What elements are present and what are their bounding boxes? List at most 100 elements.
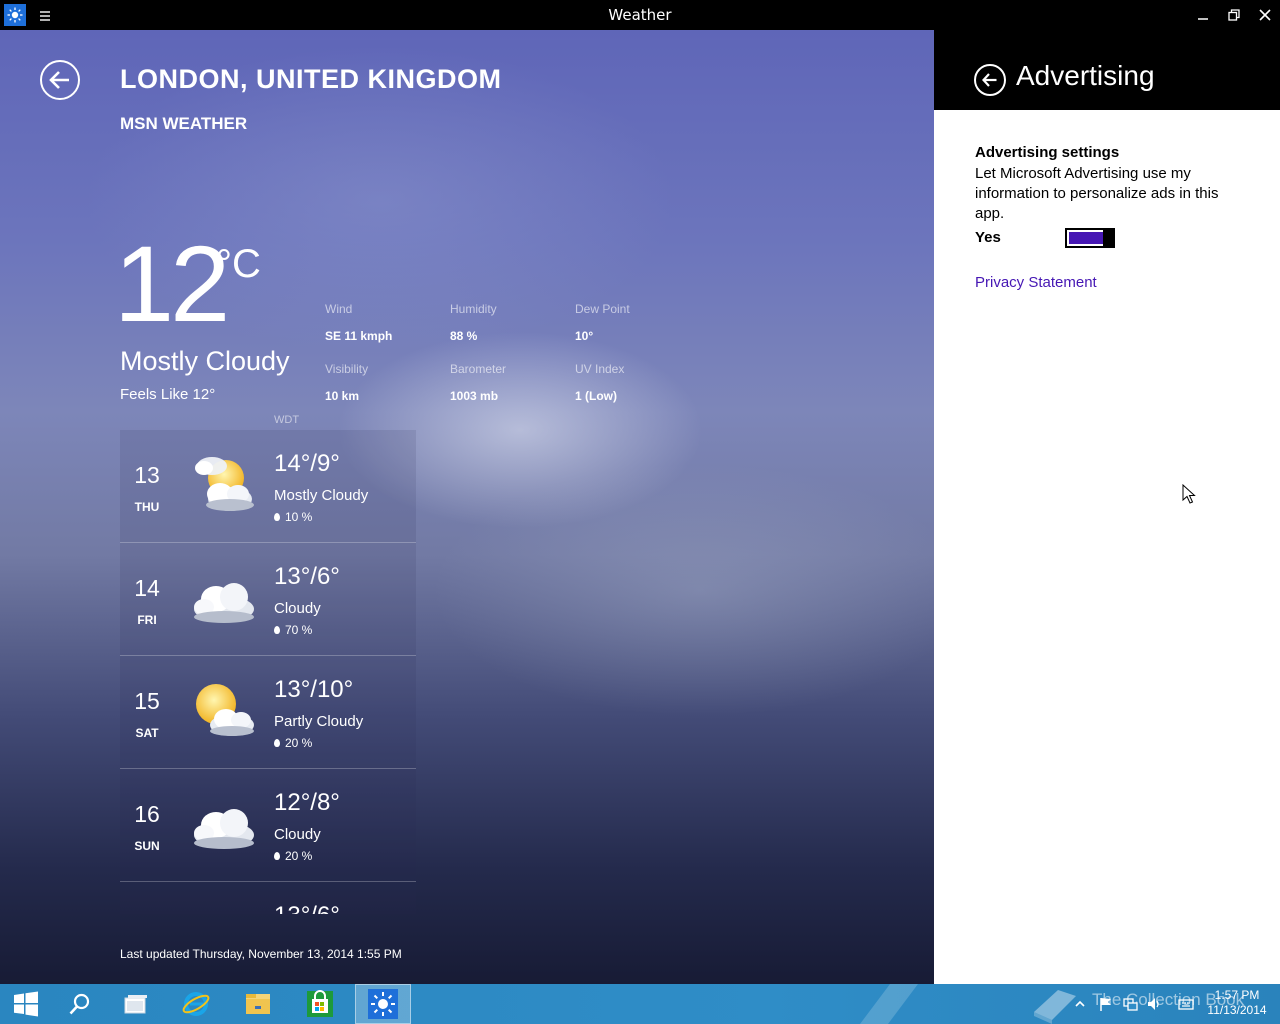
action-center-flag-icon[interactable]: [1098, 996, 1114, 1012]
forecast-day[interactable]: 13°/6°: [120, 882, 416, 914]
internet-explorer-icon: [182, 992, 210, 1016]
cloud-icon: [186, 565, 260, 631]
clock-time: 1:57 PM: [1214, 988, 1260, 1002]
provider-name: MSN WEATHER: [120, 114, 248, 133]
wind-label: Wind: [325, 302, 353, 316]
forecast-precipitation: 20 %: [285, 849, 313, 863]
weather-taskbar-button[interactable]: [355, 984, 411, 1024]
close-button[interactable]: [1250, 0, 1280, 30]
file-explorer-icon: [246, 994, 270, 1014]
store-icon: [307, 990, 333, 1017]
advertising-description: Let Microsoft Advertising use my informa…: [975, 165, 1219, 222]
start-icon: [14, 991, 38, 1017]
volume-icon[interactable]: [1146, 996, 1162, 1012]
forecast-temps: 12°/8°: [274, 789, 340, 816]
feels-like: Feels Like 12°: [120, 386, 216, 403]
back-button[interactable]: [40, 60, 80, 100]
minimize-button[interactable]: [1188, 0, 1218, 30]
forecast-condition: Partly Cloudy: [274, 713, 364, 730]
privacy-statement-link[interactable]: Privacy Statement: [975, 274, 1097, 291]
rain-drop-icon: [274, 739, 280, 747]
panel-title: Advertising: [1016, 60, 1155, 91]
dew-point-label: Dew Point: [575, 302, 630, 316]
task-view-icon: [124, 995, 147, 1014]
system-clock[interactable]: 1:57 PM 11/13/2014: [1202, 988, 1272, 1018]
mouse-cursor-icon: [1182, 483, 1196, 504]
start-button[interactable]: [0, 984, 52, 1024]
forecast-day[interactable]: 14 FRI 13°/6° Cloudy 70 %: [120, 543, 416, 656]
clock-date: 11/13/2014: [1207, 1003, 1267, 1017]
current-temperature: 12: [114, 223, 230, 344]
wind-value: SE 11 kmph: [325, 329, 393, 343]
temperature-unit-toggle[interactable]: °C: [216, 242, 261, 287]
forecast-date: 14: [134, 575, 160, 601]
forecast-day[interactable]: 13 THU 14°/9° Mostly Cloudy 10 %: [120, 430, 416, 543]
cloud-icon: [186, 791, 260, 857]
humidity-value: 88 %: [450, 329, 478, 343]
title-bar: Weather: [0, 0, 1280, 30]
uv-index-value: 1 (Low): [575, 389, 617, 403]
forecast-temps: 13°/6°: [274, 563, 340, 590]
barometer-label: Barometer: [450, 362, 507, 376]
visibility-label: Visibility: [325, 362, 369, 376]
rain-drop-icon: [274, 513, 280, 521]
advertising-toggle[interactable]: [1065, 228, 1115, 248]
last-updated-text: Last updated Thursday, November 13, 2014…: [120, 947, 402, 961]
sun-cloud-icon: [186, 678, 260, 744]
task-view-button[interactable]: [110, 984, 162, 1024]
advertising-settings-heading: Advertising settings: [975, 144, 1120, 161]
toggle-track-fill: [1069, 232, 1103, 244]
forecast-condition: Mostly Cloudy: [274, 487, 369, 504]
restore-button[interactable]: [1219, 0, 1249, 30]
humidity-label: Humidity: [450, 302, 497, 316]
forecast-condition: Cloudy: [274, 600, 321, 617]
forecast-weekday: SAT: [135, 726, 159, 740]
toggle-knob[interactable]: [1103, 228, 1113, 248]
forecast-day[interactable]: 15 SAT 13°/10° Partly Cloudy 20 %: [120, 656, 416, 769]
uv-index-label: UV Index: [575, 362, 625, 376]
internet-explorer-button[interactable]: [170, 984, 222, 1024]
sun-cloud-icon: [186, 452, 260, 518]
arrow-left-icon: [49, 71, 69, 89]
dew-point-value: 10°: [575, 329, 594, 343]
forecast-source: WDT: [274, 414, 300, 426]
store-button[interactable]: [294, 984, 346, 1024]
forecast-precipitation: 10 %: [285, 510, 313, 524]
forecast-date: 16: [134, 801, 160, 827]
taskbar-stripe-decoration: [860, 984, 918, 1024]
location-title[interactable]: LONDON, UNITED KINGDOM: [120, 64, 502, 95]
settings-back-button[interactable]: [974, 64, 1006, 96]
show-hidden-icons-icon[interactable]: [1072, 996, 1088, 1012]
taskbar: The Collection Book 1:57 PM 11/13/2014: [0, 984, 1280, 1024]
forecast-temps: 13°/6°: [274, 902, 340, 914]
search-button[interactable]: [54, 984, 106, 1024]
forecast-condition: Cloudy: [274, 826, 321, 843]
forecast-date: 15: [134, 688, 160, 714]
forecast-date: 13: [134, 462, 160, 488]
advertising-settings-panel: Advertising Advertising settings Let Mic…: [934, 30, 1280, 984]
barometer-value: 1003 mb: [450, 389, 499, 403]
keyboard-icon[interactable]: [1178, 996, 1194, 1012]
forecast-weekday: SUN: [134, 839, 160, 853]
forecast-weekday: FRI: [137, 613, 157, 627]
visibility-value: 10 km: [325, 389, 360, 403]
toggle-state-label: Yes: [975, 229, 1001, 246]
forecast-temps: 13°/10°: [274, 676, 354, 703]
file-explorer-button[interactable]: [232, 984, 284, 1024]
forecast-precipitation: 70 %: [285, 623, 313, 637]
forecast-day[interactable]: 16 SUN 12°/8° Cloudy 20 %: [120, 769, 416, 882]
arrow-left-icon: [982, 73, 997, 87]
weather-icon: [368, 989, 398, 1019]
panel-header: Advertising: [934, 30, 1280, 110]
window-title: Weather: [608, 6, 672, 24]
forecast-precipitation: 20 %: [285, 736, 313, 750]
forecast-weekday: THU: [134, 500, 160, 514]
forecast-temps: 14°/9°: [274, 450, 340, 477]
weather-main-panel: LONDON, UNITED KINGDOM MSN WEATHER 12 °C…: [0, 30, 934, 984]
network-icon[interactable]: [1122, 996, 1138, 1012]
rain-drop-icon: [274, 626, 280, 634]
daily-forecast-list[interactable]: 13 THU 14°/9° Mostly Cloudy 10 % 14 FRI …: [120, 430, 416, 914]
search-icon: [69, 993, 90, 1015]
current-condition: Mostly Cloudy: [120, 346, 290, 376]
rain-drop-icon: [274, 852, 280, 860]
